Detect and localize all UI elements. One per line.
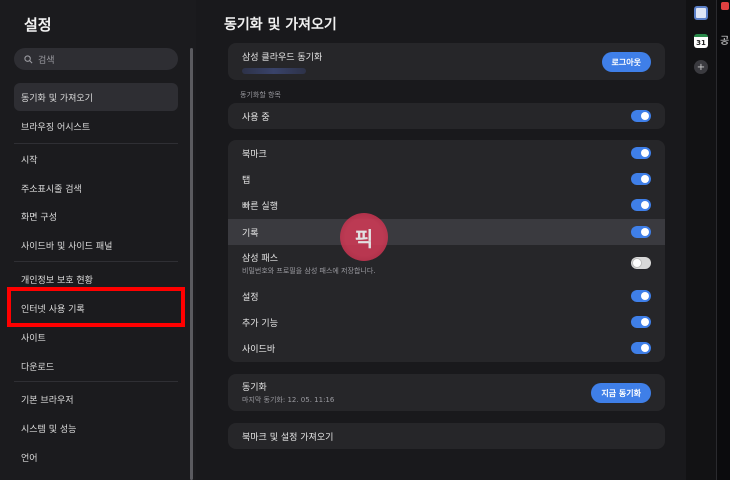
sync-items-label: 동기화할 항목 [240,91,281,99]
next-window-edge: 공 [716,0,730,480]
account-row: 삼성 클라우드 동기화 [228,43,665,80]
sync-item-bookmarks: 북마크 [228,140,665,166]
sync-item-sidebar: 사이드바 [228,335,665,361]
edge-text: 공 [720,36,730,47]
sidebar-divider [14,381,178,382]
sync-item-settings: 설정 [228,283,665,309]
sync-item-extensions: 추가 기능 [228,309,665,335]
sidebar-divider [14,261,178,262]
sidebar-item-sites[interactable]: 사이트 [14,323,178,351]
sync-item-quick-access: 빠른 실행 [228,192,665,218]
sync-item-tabs: 탭 [228,166,665,192]
sync-item-history: 기록 [228,219,665,245]
tabs-toggle[interactable] [631,173,651,185]
sync-now-card: 동기화 마지막 동기화: 12. 05. 11:16 지금 동기화 [228,374,665,411]
import-card[interactable]: 북마크 및 설정 가져오기 [228,423,665,449]
sync-item-label: 빠른 실행 [242,201,278,212]
sync-now-button[interactable]: 지금 동기화 [591,383,651,403]
page-title: 동기화 및 가져오기 [224,17,337,33]
sidebar-item-sidebar-panel[interactable]: 사이드바 및 사이드 패널 [14,231,178,259]
search-placeholder: 검색 [38,55,55,66]
sidebar-toggle[interactable] [631,342,651,354]
sync-item-label: 추가 기능 [242,318,278,329]
samsung-pass-toggle[interactable] [631,257,651,269]
sidebar-item-browsing-assist[interactable]: 브라우징 어시스트 [14,112,178,140]
import-row[interactable]: 북마크 및 설정 가져오기 [228,423,665,449]
sidebar-title: 설정 [24,16,52,34]
sync-item-label: 기록 [242,228,259,239]
sidebar-item-default-browser[interactable]: 기본 브라우저 [14,385,178,413]
account-email-redacted [242,67,306,74]
bookmarks-toggle[interactable] [631,147,651,159]
history-toggle[interactable] [631,226,651,238]
sidebar-item-appearance[interactable]: 화면 구성 [14,202,178,230]
app-badge-icon [721,2,729,10]
sync-item-label: 탭 [242,175,251,186]
calendar-icon[interactable]: 31 [694,34,708,48]
sidebar-item-start[interactable]: 시작 [14,145,178,173]
settings-sidebar: 설정 검색 동기화 및 가져오기 브라우징 어시스트 시작 주소표시줄 검색 화… [0,0,196,480]
watermark-text: 픽 [354,226,374,251]
sync-item-label: 북마크 [242,149,267,160]
import-label: 북마크 및 설정 가져오기 [242,432,334,443]
sidebar-item-address-bar-search[interactable]: 주소표시줄 검색 [14,174,178,202]
sync-item-label: 사이드바 [242,344,276,355]
sidebar-item-language[interactable]: 언어 [14,443,178,471]
highlight-annotation [7,287,185,327]
sync-label: 동기화 [242,383,267,393]
account-label: 삼성 클라우드 동기화 [242,52,323,63]
settings-content: 동기화 및 가져오기 삼성 클라우드 동기화 로그아웃 동기화할 항목 사용 중… [196,0,686,480]
settings-toggle[interactable] [631,290,651,302]
sidebar-scrollbar[interactable] [190,48,193,480]
watermark-logo: 픽 [340,213,388,261]
in-use-card: 사용 중 [228,103,665,129]
sync-items-card: 북마크 탭 빠른 실행 기록 삼성 패스 비밀번호와 프로필을 삼성 패스에 저… [228,140,665,362]
sidebar-divider [14,143,178,144]
sync-item-label: 설정 [242,292,259,303]
sidebar-item-sync-import[interactable]: 동기화 및 가져오기 [14,83,178,111]
in-use-toggle[interactable] [631,110,651,122]
in-use-label: 사용 중 [242,112,270,123]
extensions-toggle[interactable] [631,316,651,328]
sync-item-samsung-pass: 삼성 패스 비밀번호와 프로필을 삼성 패스에 저장합니다. [228,246,665,280]
sidebar-item-downloads[interactable]: 다운로드 [14,352,178,380]
in-use-row: 사용 중 [228,103,665,129]
sidebar-item-system-performance[interactable]: 시스템 및 성능 [14,414,178,442]
side-panel-strip: 31 + [686,0,716,480]
samsung-pass-description: 비밀번호와 프로필을 삼성 패스에 저장합니다. [242,266,376,275]
tablet-icon[interactable] [694,6,708,20]
search-icon [24,54,33,63]
last-sync-time: 마지막 동기화: 12. 05. 11:16 [242,396,335,404]
account-card: 삼성 클라우드 동기화 로그아웃 [228,43,665,80]
logout-button[interactable]: 로그아웃 [601,52,651,72]
search-input[interactable]: 검색 [14,48,178,70]
add-panel-icon[interactable]: + [694,60,708,74]
quick-access-toggle[interactable] [631,199,651,211]
